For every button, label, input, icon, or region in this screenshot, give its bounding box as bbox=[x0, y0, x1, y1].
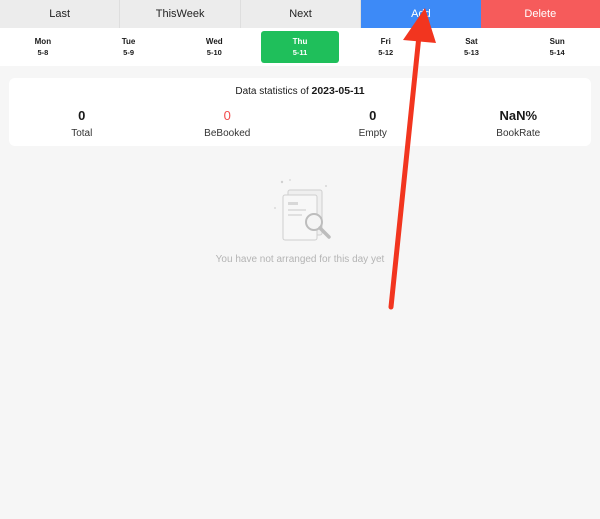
stat-empty: 0 Empty bbox=[300, 108, 446, 139]
stat-value: 0 bbox=[223, 108, 231, 123]
day-tab-sun[interactable]: Sun 5-14 bbox=[514, 28, 600, 66]
document-search-icon bbox=[274, 179, 331, 241]
statistics-card: Data statistics of 2023-05-11 0 Total 0 … bbox=[9, 78, 591, 146]
day-date: 5-11 bbox=[292, 48, 308, 57]
day-name: Sun bbox=[549, 37, 565, 46]
day-date: 5-10 bbox=[206, 48, 222, 57]
this-week-button[interactable]: ThisWeek bbox=[120, 0, 241, 28]
add-button[interactable]: Add bbox=[361, 0, 481, 28]
statistics-title-prefix: Data statistics of bbox=[235, 86, 309, 97]
next-week-button[interactable]: Next bbox=[240, 0, 362, 28]
stat-label: Total bbox=[71, 128, 93, 139]
empty-state-message: You have not arranged for this day yet bbox=[215, 254, 385, 265]
day-name: Mon bbox=[34, 37, 52, 46]
day-name: Wed bbox=[205, 37, 223, 46]
week-day-strip: Mon 5-8 Tue 5-9 Wed 5-10 Thu 5-11 Fri 5-… bbox=[0, 28, 600, 66]
day-tab-sat[interactable]: Sat 5-13 bbox=[429, 28, 515, 66]
day-date: 5-9 bbox=[123, 48, 134, 57]
schedule-page: Last ThisWeek Next Add Delete Mon 5-8 Tu… bbox=[0, 0, 600, 519]
day-tab-body: Sun 5-14 bbox=[518, 31, 596, 63]
day-date: 5-8 bbox=[37, 48, 49, 57]
stat-bookrate: NaN% BookRate bbox=[446, 108, 592, 139]
day-tab-body: Tue 5-9 bbox=[90, 31, 168, 63]
stat-label: Empty bbox=[358, 128, 387, 139]
day-name: Fri bbox=[380, 37, 391, 46]
day-tab-thu[interactable]: Thu 5-11 bbox=[257, 28, 343, 66]
day-tab-body: Thu 5-11 bbox=[261, 31, 340, 63]
stat-value: 0 bbox=[78, 108, 86, 123]
stat-total: 0 Total bbox=[9, 108, 155, 139]
day-tab-body: Sat 5-13 bbox=[432, 31, 510, 63]
day-tab-body: Wed 5-10 bbox=[175, 31, 253, 63]
last-week-button[interactable]: Last bbox=[0, 0, 121, 28]
toolbar: Last ThisWeek Next Add Delete bbox=[0, 0, 600, 28]
day-tab-fri[interactable]: Fri 5-12 bbox=[343, 28, 429, 66]
day-tab-mon[interactable]: Mon 5-8 bbox=[0, 28, 86, 66]
day-name: Sat bbox=[465, 37, 478, 46]
delete-button[interactable]: Delete bbox=[480, 0, 600, 28]
statistics-title-date: 2023-05-11 bbox=[311, 85, 365, 97]
day-date: 5-12 bbox=[378, 48, 394, 57]
day-name: Tue bbox=[121, 37, 136, 46]
day-tab-body: Fri 5-12 bbox=[347, 31, 425, 63]
day-tab-tue[interactable]: Tue 5-9 bbox=[86, 28, 172, 66]
statistics-title: Data statistics of 2023-05-11 bbox=[9, 85, 591, 97]
stat-label: BookRate bbox=[496, 128, 541, 139]
day-tab-wed[interactable]: Wed 5-10 bbox=[171, 28, 257, 66]
stat-value: NaN% bbox=[499, 108, 538, 123]
day-date: 5-14 bbox=[549, 48, 565, 57]
day-tab-body: Mon 5-8 bbox=[4, 31, 82, 63]
stat-label: BeBooked bbox=[204, 128, 251, 139]
stat-value: 0 bbox=[369, 108, 377, 123]
statistics-row: 0 Total 0 BeBooked 0 Empty NaN% BookRate bbox=[9, 108, 591, 139]
day-date: 5-13 bbox=[463, 48, 479, 57]
stat-bebooked: 0 BeBooked bbox=[155, 108, 301, 139]
day-name: Thu bbox=[292, 37, 308, 46]
